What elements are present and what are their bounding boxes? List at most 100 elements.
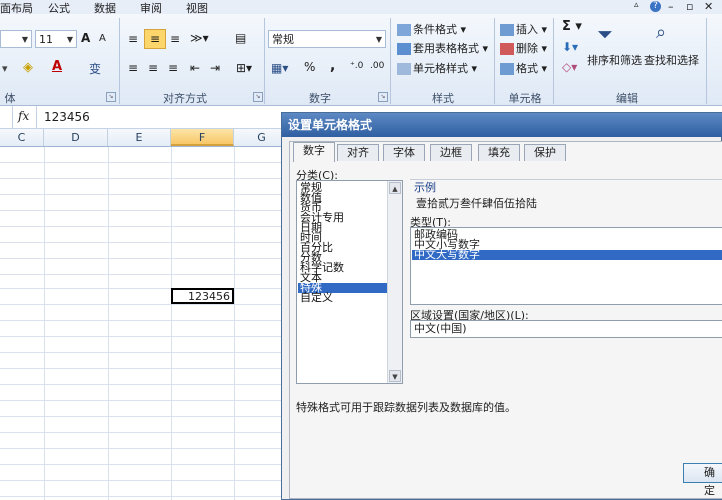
align-top-icon[interactable]: ≡ <box>128 32 138 46</box>
tab-font[interactable]: 字体 <box>383 144 425 161</box>
border-icon[interactable]: ▾ <box>2 62 8 75</box>
minimize-window-icon[interactable]: – <box>668 0 674 13</box>
separator <box>36 106 37 128</box>
tab-alignment[interactable]: 对齐 <box>337 144 379 161</box>
column-header-c[interactable]: C <box>0 129 44 146</box>
number-dialog-launcher-icon[interactable]: ↘ <box>378 92 388 102</box>
list-item-selected[interactable]: 中文大写数字 <box>412 249 722 260</box>
help-icon[interactable]: ? <box>650 1 661 12</box>
insert-button[interactable]: 插入 ▾ <box>500 21 547 37</box>
decrease-decimal-icon[interactable]: .00 <box>370 61 384 71</box>
format-button[interactable]: 格式 ▾ <box>500 60 547 76</box>
category-scrollbar[interactable]: ▲ ▼ <box>387 181 402 383</box>
decrease-indent-icon[interactable]: ⇤ <box>190 61 200 75</box>
insert-function-button[interactable]: fx <box>18 109 29 123</box>
number-group-label: 数字 <box>309 92 331 105</box>
align-left-icon[interactable]: ≡ <box>128 61 138 75</box>
currency-format-icon[interactable]: ▦▾ <box>271 61 288 75</box>
find-select-button[interactable]: 查找和选择 <box>644 52 699 68</box>
align-center-icon[interactable]: ≡ <box>148 61 158 75</box>
delete-button[interactable]: 删除 ▾ <box>500 40 547 56</box>
alignment-dialog-launcher-icon[interactable]: ↘ <box>253 92 263 102</box>
merge-center-icon[interactable]: ⊞▾ <box>236 61 252 75</box>
tab-protection[interactable]: 保护 <box>524 144 566 161</box>
locale-select[interactable]: 中文(中国) <box>410 320 722 338</box>
grid-line <box>0 432 290 433</box>
conditional-format-button[interactable]: 条件格式 ▾ <box>397 21 466 37</box>
grid-line <box>0 480 290 481</box>
align-middle-icon[interactable]: ≡ <box>144 29 166 49</box>
fill-icon[interactable]: ⬇▾ <box>562 40 578 54</box>
tab-fill[interactable]: 填充 <box>478 144 520 161</box>
align-right-icon[interactable]: ≡ <box>168 61 178 75</box>
font-color-icon[interactable]: A <box>52 59 62 74</box>
category-list[interactable]: 常规 数值 货币 会计专用 日期 时间 百分比 分数 科学记数 文本 特殊 自定… <box>296 180 403 384</box>
close-window-icon[interactable]: ✕ <box>704 0 713 13</box>
shrink-font-button[interactable]: A <box>99 33 106 44</box>
grid-line <box>0 242 290 243</box>
restore-window-icon[interactable]: ▫ <box>686 0 693 13</box>
type-list[interactable]: 邮政编码 中文小写数字 中文大写数字 <box>410 227 722 305</box>
grid-line <box>0 226 290 227</box>
ribbon: ▼ 11 ▼ A A ▾ ◈ A 变 体 ↘ ≡ ≡ ≡ ≫▾ ▤ ≡ ≡ ≡ ⇤… <box>0 14 722 106</box>
grid-line <box>0 194 290 195</box>
separator <box>494 18 495 104</box>
grid-line <box>0 496 290 497</box>
delete-icon <box>500 43 514 55</box>
font-size-combo[interactable]: 11 ▼ <box>35 30 77 48</box>
grid-line <box>0 416 290 417</box>
grid-line <box>0 464 290 465</box>
conditional-format-icon <box>397 24 411 36</box>
grid-line <box>0 274 290 275</box>
worksheet-grid[interactable] <box>0 147 290 500</box>
align-bottom-icon[interactable]: ≡ <box>170 32 180 46</box>
scroll-up-icon[interactable]: ▲ <box>389 182 401 194</box>
sort-filter-icon[interactable]: ⏷ <box>597 22 613 46</box>
fill-color-icon[interactable]: ◈ <box>23 60 33 75</box>
separator <box>119 18 120 104</box>
separator <box>553 18 554 104</box>
selected-cell[interactable]: 123456 <box>171 288 234 304</box>
tab-border[interactable]: 边框 <box>430 144 472 161</box>
cell-style-icon <box>397 63 411 75</box>
font-name-combo[interactable]: ▼ <box>0 30 32 48</box>
tab-number[interactable]: 数字 <box>293 142 335 162</box>
increase-decimal-icon[interactable]: ⁺.0 <box>350 61 363 71</box>
find-select-icon[interactable]: ⌕ <box>656 22 666 43</box>
name-box[interactable] <box>0 106 13 128</box>
wrap-text-icon[interactable]: ▤ <box>235 31 246 45</box>
comma-style-button[interactable]: , <box>330 58 335 74</box>
grow-font-button[interactable]: A <box>81 31 90 45</box>
formula-input[interactable]: 123456 <box>44 110 90 124</box>
separator <box>264 18 265 104</box>
ok-button[interactable]: 确定 <box>683 463 722 497</box>
dialog-title: 设置单元格格式 <box>282 113 722 137</box>
autosum-button[interactable]: Σ ▾ <box>562 19 582 34</box>
percent-style-button[interactable]: % <box>304 60 315 74</box>
sort-filter-button[interactable]: 排序和筛选 <box>587 52 642 68</box>
minimize-ribbon-icon[interactable]: ▵ <box>634 0 639 10</box>
increase-indent-icon[interactable]: ⇥ <box>210 61 220 75</box>
ribbon-tab-bar: 面布局 公式 数据 审阅 视图 ▵ ? – ▫ ✕ <box>0 0 722 15</box>
separator <box>390 18 391 104</box>
table-format-button[interactable]: 套用表格格式 ▾ <box>397 40 488 56</box>
grid-line <box>0 258 290 259</box>
orientation-icon[interactable]: ≫▾ <box>190 31 209 45</box>
styles-group-label: 样式 <box>432 92 454 105</box>
grid-line <box>0 400 290 401</box>
font-dialog-launcher-icon[interactable]: ↘ <box>106 92 116 102</box>
grid-line <box>0 288 290 289</box>
cell-style-button[interactable]: 单元格样式 ▾ <box>397 60 477 76</box>
grid-line <box>0 162 290 163</box>
column-header-d[interactable]: D <box>44 129 108 146</box>
scroll-down-icon[interactable]: ▼ <box>389 370 401 382</box>
list-item[interactable]: 自定义 <box>300 292 333 303</box>
column-header-f[interactable]: F <box>171 129 234 146</box>
grid-line <box>0 448 290 449</box>
phonetic-icon[interactable]: 变 <box>89 60 101 77</box>
insert-icon <box>500 24 514 36</box>
column-header-e[interactable]: E <box>108 129 171 146</box>
number-format-combo[interactable]: 常规 ▼ <box>268 30 386 48</box>
clear-icon[interactable]: ◇▾ <box>562 60 577 74</box>
description-text: 特殊格式可用于跟踪数据列表及数据库的值。 <box>296 401 516 414</box>
